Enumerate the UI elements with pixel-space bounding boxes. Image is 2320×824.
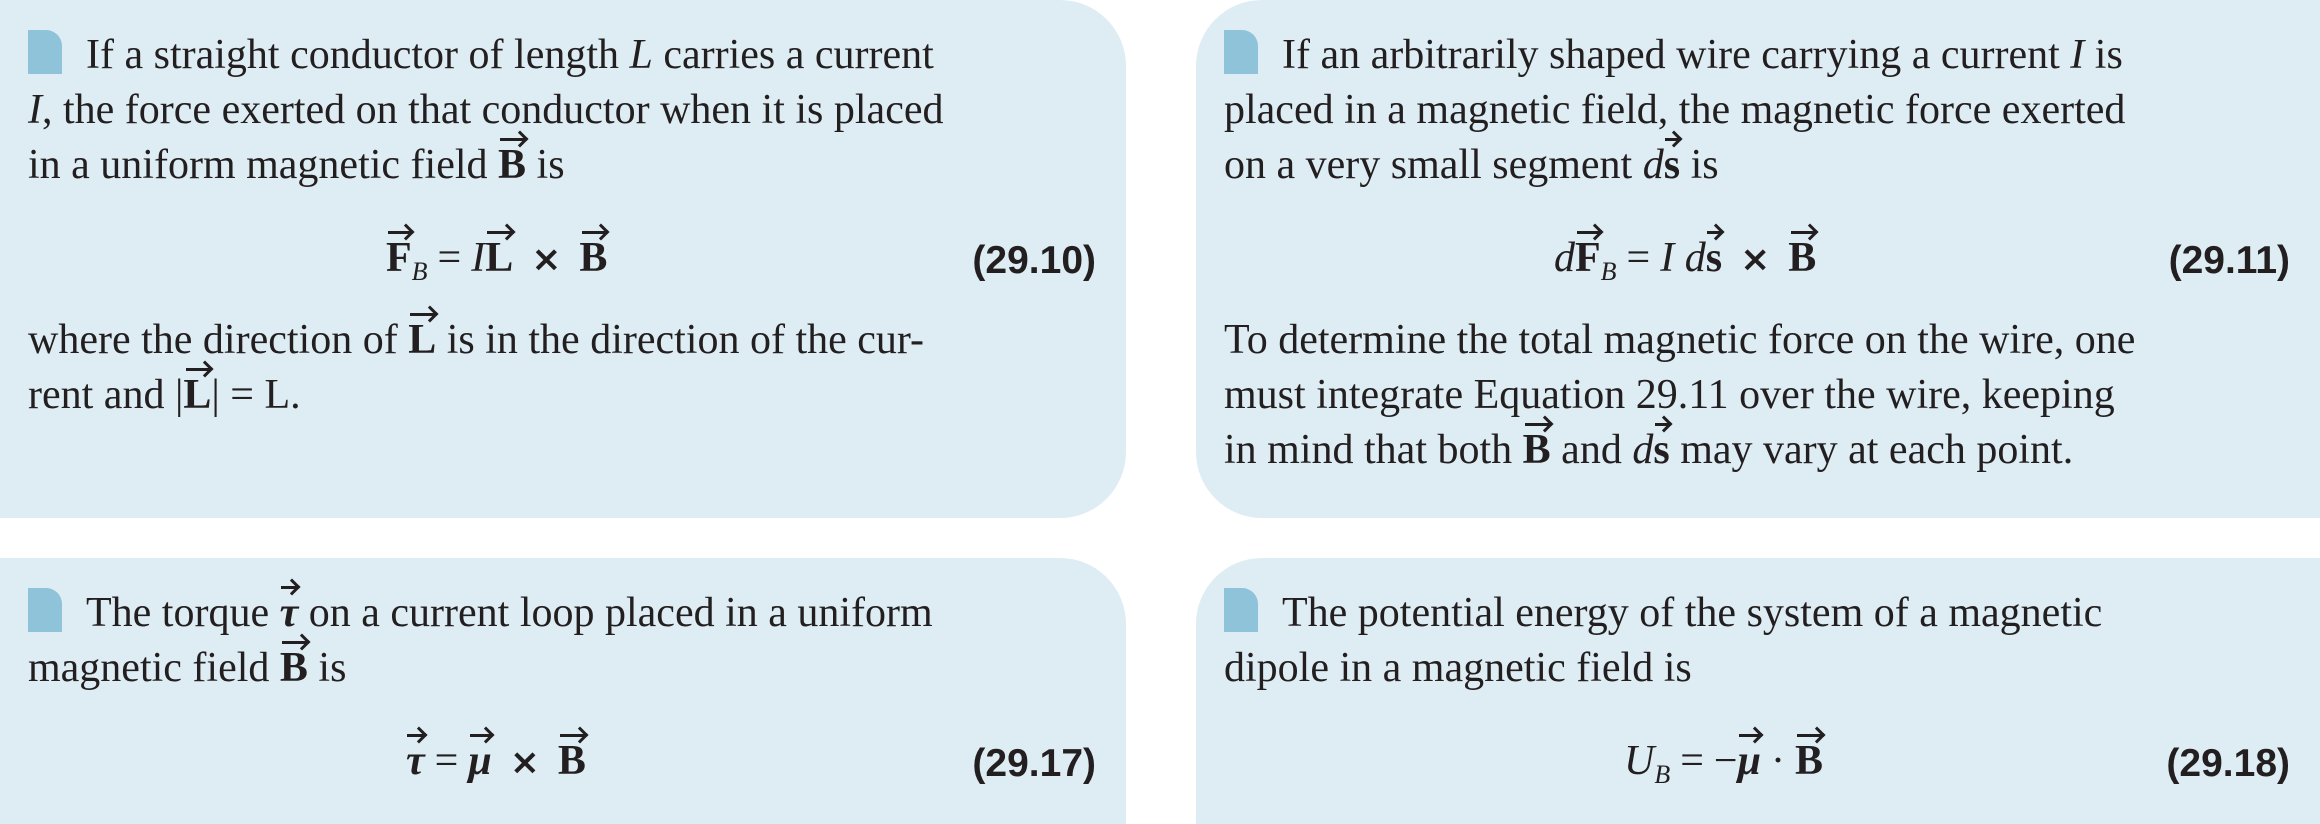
symbol-B: B <box>1788 231 1816 286</box>
equation-math: τ = μ × B <box>406 734 586 790</box>
symbol-B: B <box>498 138 526 193</box>
equals-sign: = <box>434 738 459 784</box>
symbol-L: L <box>408 313 436 368</box>
subscript-B: B <box>1654 760 1671 789</box>
equation-math: FB = IL × B <box>386 231 607 287</box>
equation-number: (29.17) <box>972 742 1096 785</box>
subscript-B: B <box>1600 257 1617 286</box>
equation-number: (29.11) <box>2168 239 2290 282</box>
subscript-B: B <box>411 257 428 286</box>
text-fragment: where the direction of <box>28 317 409 363</box>
symbol-I: I <box>471 235 486 281</box>
text-fragment: and <box>1550 427 1633 473</box>
text-fragment: on a current loop placed in a uniform <box>298 590 933 636</box>
intro-text: The potential energy of the system of a … <box>1224 586 2290 696</box>
text-fragment: dipole in a magnetic field is <box>1224 645 1692 691</box>
explanation-text: where the direction of L is in the direc… <box>28 313 1096 423</box>
symbol-F: F <box>386 231 412 286</box>
symbol-U: U <box>1624 738 1655 784</box>
text-fragment: must integrate Equation 29.11 over the w… <box>1224 372 2115 418</box>
card-force-straight-conductor: If a straight conductor of length L carr… <box>0 0 1126 518</box>
explanation-text: To determine the total magnetic force on… <box>1224 313 2290 478</box>
cross-product-sign: × <box>531 239 562 280</box>
equals-sign: = <box>1680 738 1704 784</box>
text-fragment: may vary at each point. <box>1669 427 2074 473</box>
text-fragment: | = L. <box>211 372 301 418</box>
section-marker-icon <box>28 588 62 632</box>
card-torque: The torque τ on a current loop placed in… <box>0 558 1126 824</box>
symbol-mu: μ <box>468 734 492 789</box>
symbol-s: s <box>1653 423 1670 478</box>
equation-math: UB = −μ · B <box>1624 734 1823 789</box>
equals-sign: = <box>437 235 462 281</box>
symbol-B: B <box>579 231 607 286</box>
symbol-tau: τ <box>406 734 425 789</box>
symbol-L: L <box>183 368 211 423</box>
card-force-wire-segment: If an arbitrarily shaped wire carrying a… <box>1196 0 2320 518</box>
text-fragment: To determine the total magnetic force on… <box>1224 317 2136 363</box>
equation-29-17: τ = μ × B (29.17) <box>28 734 1096 790</box>
symbol-B: B <box>558 734 586 789</box>
symbol-d: d <box>1632 427 1654 473</box>
intro-text: If an arbitrarily shaped wire carrying a… <box>1224 28 2290 193</box>
equation-number: (29.10) <box>972 239 1096 282</box>
symbol-B: B <box>1795 734 1823 789</box>
dot-product-sign: · <box>1770 738 1785 784</box>
symbol-s: s <box>1664 138 1680 193</box>
section-marker-icon <box>1224 588 1258 632</box>
minus-sign: − <box>1713 738 1738 784</box>
section-marker-icon <box>1224 30 1258 74</box>
symbol-I: I <box>1660 235 1675 281</box>
cross-product-sign: × <box>509 742 540 783</box>
symbol-F: F <box>1575 231 1601 286</box>
section-marker-icon <box>28 30 62 74</box>
intro-text: The torque τ on a current loop placed in… <box>28 586 1096 696</box>
text-fragment: rent and | <box>28 372 184 418</box>
equation-29-18: UB = −μ · B (29.18) <box>1224 734 2290 790</box>
equation-29-10: FB = IL × B (29.10) <box>28 231 1096 287</box>
text-fragment: magnetic field <box>28 645 280 691</box>
text-fragment: The torque <box>86 590 280 636</box>
symbol-B: B <box>1523 423 1551 478</box>
symbol-mu: μ <box>1738 734 1761 789</box>
equation-29-11: dFB = I ds × B (29.11) <box>1224 231 2290 287</box>
symbol-B: B <box>280 641 308 696</box>
symbol-L: L <box>485 231 513 286</box>
text-fragment: is <box>307 645 347 691</box>
symbol-tau: τ <box>280 586 298 641</box>
symbol-s: s <box>1706 231 1722 286</box>
text-fragment: is in the direction of the cur- <box>436 317 925 363</box>
equals-sign: = <box>1626 235 1651 281</box>
card-potential-energy: The potential energy of the system of a … <box>1196 558 2320 824</box>
equation-math: dFB = I ds × B <box>1554 231 1816 287</box>
equation-number: (29.18) <box>2166 742 2290 785</box>
text-fragment: The potential energy of the system of a … <box>1282 590 2103 636</box>
cross-product-sign: × <box>1740 239 1771 280</box>
text-fragment: in mind that both <box>1224 427 1523 473</box>
symbol-d: d <box>1684 235 1706 281</box>
symbol-d: d <box>1554 235 1575 281</box>
intro-text: If a straight conductor of length L carr… <box>28 28 1096 193</box>
